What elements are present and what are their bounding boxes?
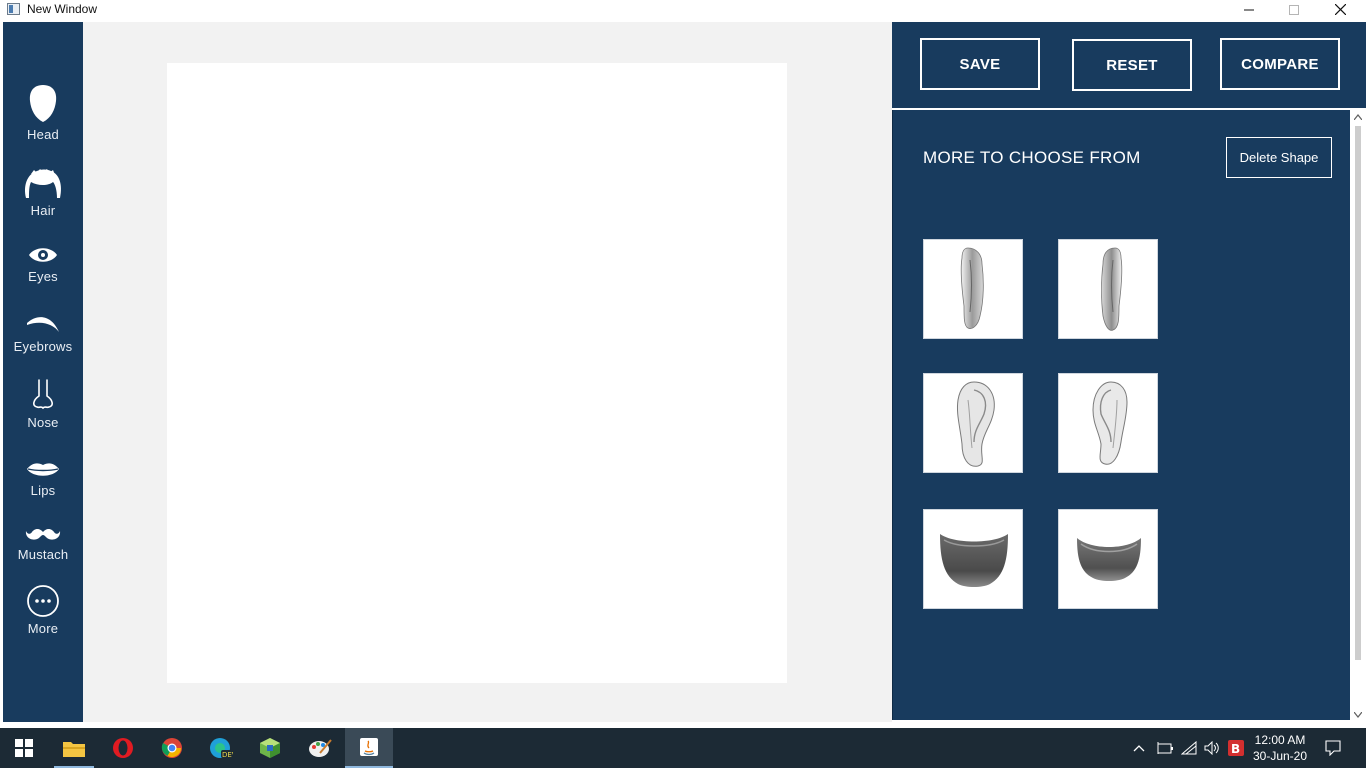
close-icon [1334,4,1346,15]
sidebar-item-nose[interactable]: Nose [3,378,83,430]
taskbar-file-explorer[interactable] [50,728,98,768]
save-button[interactable]: SAVE [920,38,1040,90]
scroll-down-button[interactable] [1350,708,1366,722]
chevron-down-icon [1354,712,1362,718]
action-center-button[interactable] [1322,728,1344,768]
notification-icon [1325,740,1341,756]
sidebar-item-eyes[interactable]: Eyes [3,244,83,284]
feature-sidebar: Head Hair Eyes Eyebrows Nose Lips Mustac… [3,22,83,722]
tray-battery[interactable] [1153,728,1175,768]
app-icon [7,3,20,15]
ear-front-icon [957,381,995,467]
minimize-icon [1244,9,1254,10]
chevron-up-icon [1354,114,1362,120]
more-icon [27,585,59,617]
ear-front-icon [1092,381,1128,465]
chevron-up-icon [1133,745,1145,752]
paint-icon [309,739,332,757]
file-explorer-icon [63,742,85,757]
clock-time: 12:00 AM [1254,733,1306,747]
taskbar: DEV B 12: [0,728,1366,768]
eye-icon [29,248,57,262]
scroll-thumb[interactable] [1355,126,1361,660]
maximize-icon [1289,4,1299,15]
taskbar-package[interactable] [246,728,294,768]
sidebar-item-label: Lips [30,483,56,498]
sidebar-item-lips[interactable]: Lips [3,460,83,498]
reset-button[interactable]: RESET [1072,39,1192,91]
taskbar-edge-dev[interactable]: DEV [197,728,245,768]
speaker-icon [1204,741,1219,755]
shape-thumbnail-ear-side-right[interactable] [1058,239,1158,339]
tray-volume[interactable] [1201,728,1223,768]
tray-app[interactable]: B [1226,728,1246,768]
taskbar-clock[interactable]: 12:00 AM 30-Jun-20 [1250,732,1310,764]
shape-thumbnail-ear-front-right[interactable] [1058,373,1158,473]
scroll-up-button[interactable] [1350,110,1366,124]
taskbar-paint[interactable] [296,728,344,768]
chrome-icon [161,738,182,758]
edge-dev-icon: DEV [210,738,233,759]
minimize-button[interactable] [1226,0,1272,19]
battery-icon [1157,742,1173,754]
sidebar-item-label: Eyebrows [13,339,73,354]
hair-icon [25,169,61,198]
sidebar-item-eyebrows[interactable]: Eyebrows [3,314,83,354]
package-icon [260,738,280,758]
title-bar: New Window [0,0,1366,19]
tray-network[interactable] [1178,728,1200,768]
mustache-icon [25,528,61,540]
tray-overflow-button[interactable] [1130,728,1148,768]
ear-side-icon [960,247,984,329]
eyebrow-icon [27,317,59,332]
sidebar-item-label: Head [27,127,59,142]
action-bar: SAVE RESET COMPARE [892,22,1366,108]
workspace [83,22,892,722]
compare-button[interactable]: COMPARE [1220,38,1340,90]
tray-app-icon: B [1228,740,1244,756]
svg-text:B: B [1231,742,1240,756]
wifi-icon [1181,741,1197,755]
maximize-button[interactable] [1271,0,1317,19]
sidebar-item-head[interactable]: Head [3,84,83,142]
sidebar-item-label: Hair [30,203,56,218]
shape-thumbnail-ear-side-left[interactable] [923,239,1023,339]
jaw-icon [940,534,1008,587]
taskbar-chrome[interactable] [148,728,196,768]
jaw-icon [1077,538,1141,581]
opera-icon [113,738,133,758]
shape-thumbnail-jaw-narrow[interactable] [1058,509,1158,609]
shape-panel: MORE TO CHOOSE FROM Delete Shape [892,110,1350,720]
drawing-canvas[interactable] [167,63,787,683]
sidebar-item-hair[interactable]: Hair [3,168,83,218]
sidebar-item-label: Nose [27,415,59,430]
head-icon [29,85,57,122]
sidebar-item-label: Mustach [17,547,69,562]
svg-text:DEV: DEV [222,751,233,759]
panel-scrollbar[interactable] [1350,110,1366,722]
lips-icon [27,463,59,476]
shape-thumbnail-ear-front-left[interactable] [923,373,1023,473]
nose-icon [33,379,53,410]
panel-title: MORE TO CHOOSE FROM [923,148,1141,167]
clock-date: 30-Jun-20 [1252,749,1308,763]
close-button[interactable] [1317,0,1363,19]
start-icon [15,739,33,757]
shape-thumbnail-jaw-wide[interactable] [923,509,1023,609]
start-button[interactable] [0,728,48,768]
taskbar-opera[interactable] [99,728,147,768]
sidebar-item-mustache[interactable]: Mustach [3,526,83,562]
window-title: New Window [27,2,98,16]
java-icon [360,738,378,756]
ear-side-icon [1101,247,1123,331]
delete-shape-button[interactable]: Delete Shape [1226,137,1332,178]
sidebar-item-label: Eyes [28,269,58,284]
taskbar-java[interactable] [345,728,393,768]
sidebar-item-label: More [27,621,59,636]
sidebar-item-more[interactable]: More [3,584,83,636]
